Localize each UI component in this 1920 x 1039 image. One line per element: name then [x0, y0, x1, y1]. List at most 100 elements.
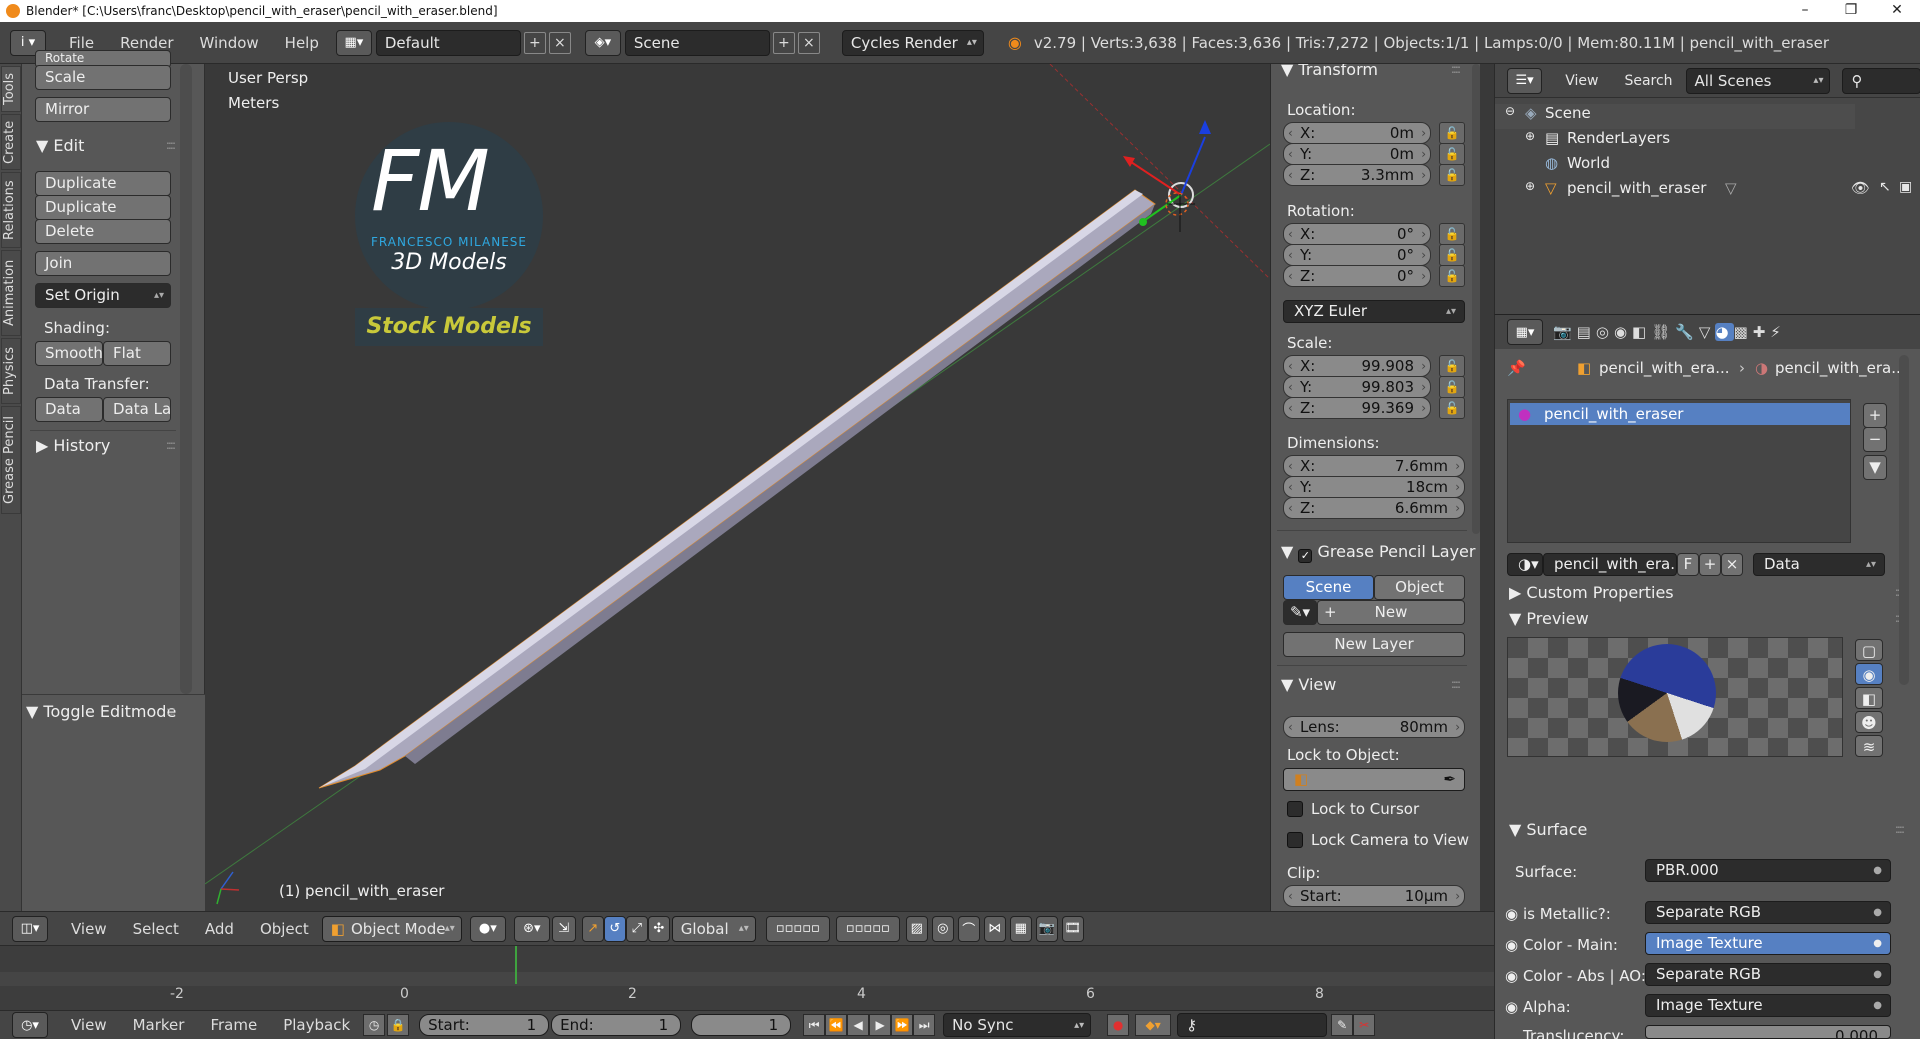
alpha-select[interactable]: Image Texture ● — [1645, 994, 1891, 1017]
menu-render[interactable]: Render — [107, 34, 186, 52]
history-panel-header[interactable]: ▶ History:::: — [22, 436, 182, 460]
mode-select[interactable]: ◧ Object Mode ▴▾ — [321, 915, 462, 942]
outliner-item-world[interactable]: ◍ World — [1495, 154, 1855, 179]
lock-to-cursor-checkbox[interactable] — [1287, 801, 1303, 817]
row-expand-icon[interactable]: ◉ — [1505, 905, 1518, 923]
scale-manipulator-icon[interactable]: ⤢ — [625, 915, 648, 942]
timeline-area[interactable]: -2 0 2 4 6 8 — [0, 945, 1494, 1010]
location-z-field[interactable]: Z:3.3mm — [1283, 164, 1431, 186]
properties-context-tabs[interactable]: 📷▤◎◉◧⛓🔧▽◕▩✚⚡ — [1553, 323, 1786, 341]
smooth-button[interactable]: Smooth — [35, 341, 103, 366]
lock-location-x-icon[interactable]: 🔓 — [1439, 122, 1465, 144]
transform-panel-header[interactable]: ▼ Transform:::: — [1271, 64, 1467, 84]
proportional-falloff-icon[interactable]: ⌒ — [957, 915, 980, 942]
flat-button[interactable]: Flat — [103, 341, 171, 366]
data-layout-button[interactable]: Data La — [103, 397, 171, 422]
outliner-menu-view[interactable]: View — [1552, 73, 1611, 89]
snap-element-icon[interactable]: ▦ — [1009, 915, 1032, 942]
jump-keyframe-back-icon[interactable]: ⏪ — [825, 1014, 848, 1036]
minimize-icon[interactable]: – — [1782, 0, 1828, 22]
combined-manipulator-icon[interactable]: ✣ — [647, 915, 670, 942]
preview-flat-icon[interactable]: ▢ — [1855, 639, 1883, 661]
pin-icon[interactable]: 📌 — [1507, 359, 1526, 377]
duplicate-button[interactable]: Duplicate — [35, 171, 171, 196]
translate-manipulator-icon[interactable]: ↗ — [581, 915, 604, 942]
preview-range-icon[interactable]: ◷ — [363, 1014, 386, 1036]
material-slots-list[interactable]: ● pencil_with_eraser — [1507, 399, 1851, 543]
delete-button[interactable]: Delete — [35, 219, 171, 244]
preview-sphere-icon[interactable]: ◉ — [1855, 663, 1883, 685]
jump-start-icon[interactable]: ⏮ — [803, 1014, 826, 1036]
outliner-search-input[interactable]: ⚲ — [1842, 67, 1920, 94]
material-link-select[interactable]: Data ▴▾ — [1753, 553, 1885, 576]
lock-camera-checkbox[interactable] — [1287, 832, 1303, 848]
edit-panel-header[interactable]: ▼ Edit:::: — [22, 136, 182, 160]
properties-scrollbar[interactable] — [1899, 355, 1909, 685]
menu-file[interactable]: File — [56, 34, 107, 52]
duplicate-linked-button[interactable]: Duplicate Linked — [35, 195, 171, 239]
unlink-material-icon[interactable]: × — [1721, 553, 1743, 576]
new-layer-button[interactable]: New Layer — [1283, 632, 1465, 657]
remove-scene-icon[interactable]: × — [797, 31, 820, 54]
timeline-scrollbar[interactable] — [0, 972, 1494, 986]
jump-end-icon[interactable]: ⏭ — [913, 1014, 936, 1036]
lock-scale-y-icon[interactable]: 🔓 — [1439, 376, 1465, 398]
lock-to-object-field[interactable]: ◧ ✒ — [1283, 768, 1465, 791]
join-button[interactable]: Join — [35, 251, 171, 276]
tab-tools[interactable]: Tools — [1, 66, 21, 112]
3d-menu-view[interactable]: View — [58, 920, 120, 938]
grease-new-button[interactable]: + New — [1317, 600, 1465, 625]
fake-user-button[interactable]: F — [1677, 553, 1699, 576]
grease-pencil-layer-header[interactable]: ▼ ✓ Grease Pencil Layer — [1271, 542, 1477, 566]
menu-window[interactable]: Window — [187, 34, 272, 52]
keying-icon[interactable]: ◆▾ — [1135, 1014, 1172, 1036]
properties-editor-type-icon[interactable]: ▦▾ — [1507, 319, 1543, 345]
lock-scale-x-icon[interactable]: 🔓 — [1439, 355, 1465, 377]
new-material-icon[interactable]: + — [1699, 553, 1721, 576]
row-expand-icon[interactable]: ◉ — [1505, 967, 1518, 985]
location-y-field[interactable]: Y:0m — [1283, 143, 1431, 165]
color-abs-ao-select[interactable]: Separate RGB ● — [1645, 963, 1891, 986]
surface-panel-header[interactable]: ▼ Surface:::: — [1495, 820, 1911, 844]
renderability-camera-icon[interactable]: ▣ — [1899, 179, 1912, 195]
lock-layers-icon[interactable]: ▨ — [905, 915, 928, 942]
delete-keyframe-icon[interactable]: ✂ — [1353, 1014, 1376, 1036]
grease-scene-tab[interactable]: Scene — [1283, 575, 1374, 600]
layers-grid-2[interactable]: ▫▫▫▫▫ — [835, 915, 900, 942]
grease-object-tab[interactable]: Object — [1374, 575, 1465, 600]
scale-x-field[interactable]: X:99.908 — [1283, 355, 1431, 377]
lens-field[interactable]: Lens:80mm — [1283, 716, 1465, 738]
add-screen-icon[interactable]: + — [523, 31, 546, 54]
clip-start-field[interactable]: Start:10µm — [1283, 885, 1465, 907]
timeline-menu-view[interactable]: View — [58, 1016, 120, 1034]
current-frame-cursor[interactable] — [515, 946, 517, 984]
3d-viewport[interactable]: User Persp Meters FM FRANCESCO MILANESE … — [205, 64, 1270, 911]
pivot-point-icon[interactable]: ⊛▾ — [513, 915, 550, 942]
insert-keyframe-icon[interactable]: ✎ — [1331, 1014, 1354, 1036]
add-scene-icon[interactable]: + — [772, 31, 795, 54]
custom-properties-header[interactable]: ▶ Custom Properties:::: — [1495, 583, 1911, 607]
tab-animation[interactable]: Animation — [1, 250, 21, 336]
end-frame-field[interactable]: End: 1 — [551, 1014, 682, 1036]
surface-node-select[interactable]: PBR.000 ● — [1645, 859, 1891, 882]
selectability-cursor-icon[interactable]: ↖ — [1879, 179, 1891, 195]
play-reverse-icon[interactable]: ◀ — [847, 1014, 870, 1036]
grease-pencil-icon[interactable]: ✎▾ — [1283, 600, 1317, 625]
current-frame-field[interactable]: 1 — [691, 1014, 792, 1036]
lock-location-y-icon[interactable]: 🔓 — [1439, 143, 1465, 165]
3d-menu-add[interactable]: Add — [192, 920, 247, 938]
tab-grease-pencil[interactable]: Grease Pencil — [1, 406, 21, 514]
outliner-item-scene[interactable]: ⊖ ◈ Scene — [1495, 104, 1855, 129]
preview-panel-header[interactable]: ▼ Preview:::: — [1495, 609, 1911, 633]
tab-physics[interactable]: Physics — [1, 338, 21, 404]
material-name-field[interactable]: pencil_with_era... — [1543, 553, 1677, 576]
render-still-icon[interactable]: 📷 — [1035, 915, 1058, 942]
timeline-editor-type-icon[interactable]: ◷▾ — [12, 1012, 48, 1038]
lock-location-z-icon[interactable]: 🔓 — [1439, 164, 1465, 186]
menu-help[interactable]: Help — [272, 34, 332, 52]
dimensions-z-field[interactable]: Z:6.6mm — [1283, 497, 1465, 519]
preview-monkey-icon[interactable]: ☻ — [1855, 711, 1883, 733]
set-origin-select[interactable]: Set Origin ▴▾ — [35, 283, 171, 308]
remove-screen-icon[interactable]: × — [548, 31, 571, 54]
render-engine-select[interactable]: Cycles Render ▴▾ — [841, 29, 984, 56]
